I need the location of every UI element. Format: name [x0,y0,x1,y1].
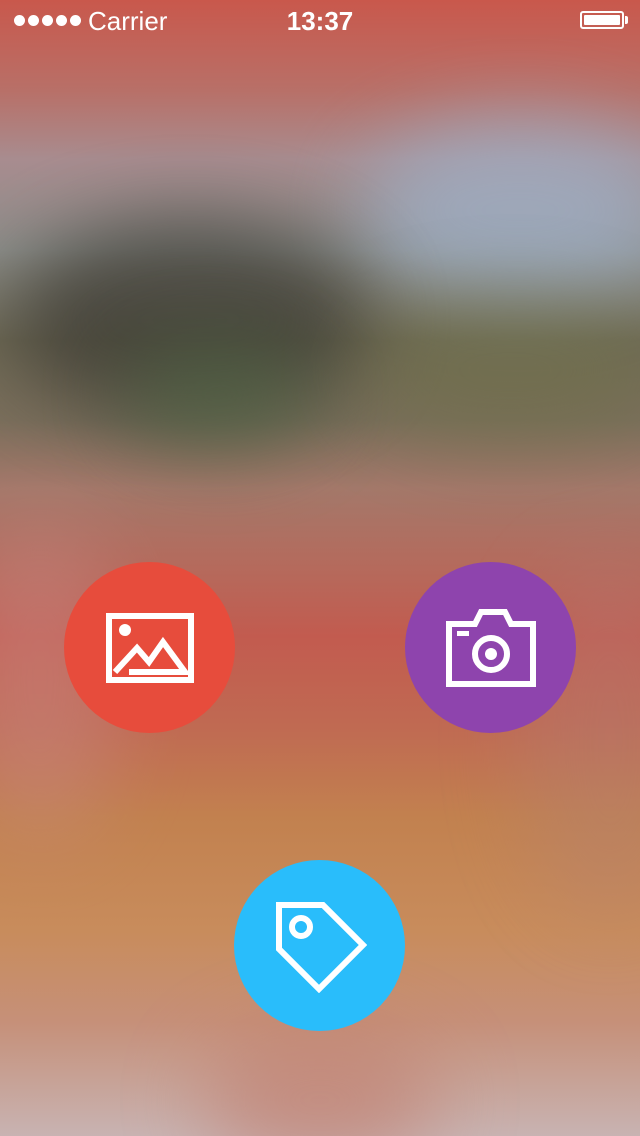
tag-button[interactable] [234,860,405,1031]
background-blur-region [120,340,320,450]
battery-tip [625,16,628,24]
battery-icon [580,11,624,29]
background-blur-region [360,120,640,300]
background-blur-region [200,1030,440,1136]
status-bar: Carrier 13:37 [0,0,640,40]
camera-button[interactable] [405,562,576,733]
image-icon [105,612,194,683]
camera-icon [445,608,536,687]
battery-level [584,15,620,25]
status-time: 13:37 [286,6,354,36]
tag-icon [275,901,367,993]
background-blur-region [360,300,640,440]
gallery-button[interactable] [64,562,235,733]
